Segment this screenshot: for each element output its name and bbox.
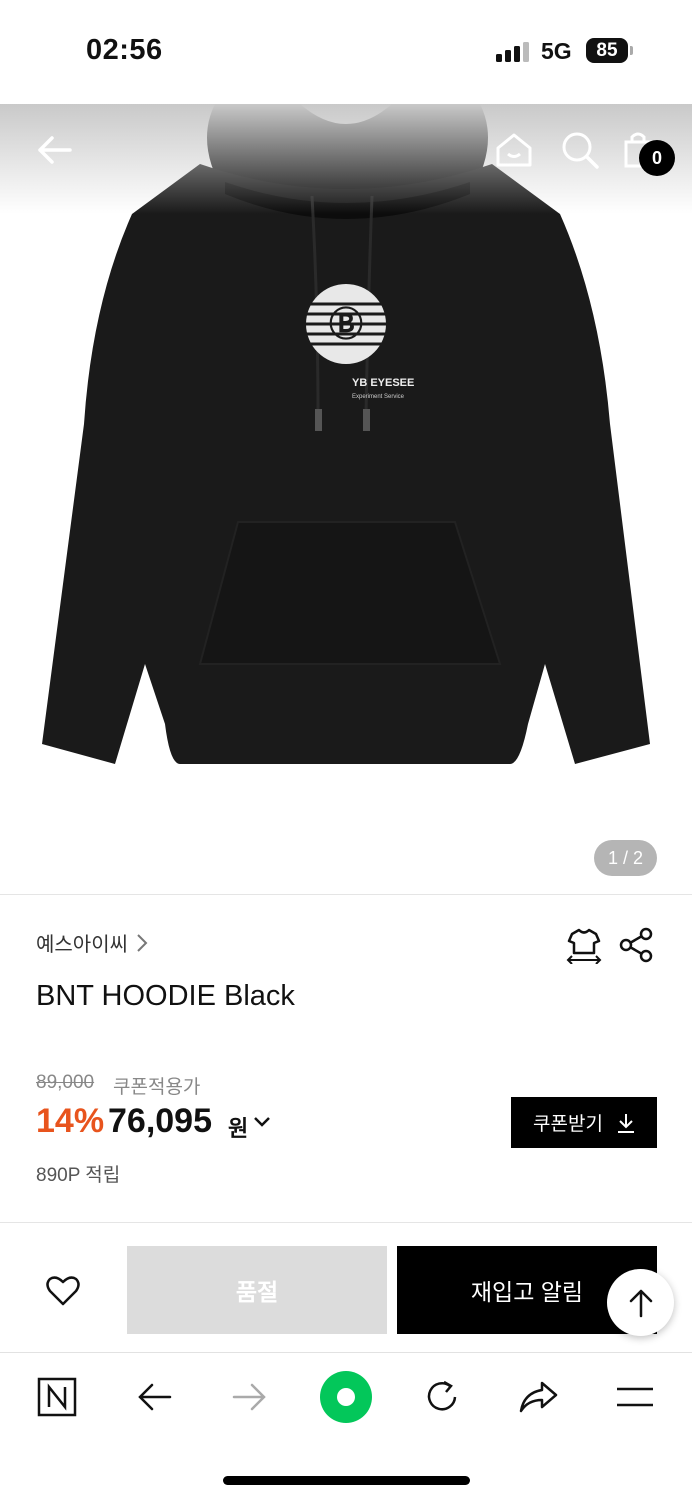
search-icon[interactable] (560, 130, 600, 170)
size-guide-icon[interactable] (565, 926, 603, 965)
back-icon[interactable] (130, 1373, 178, 1421)
coupon-button-label: 쿠폰받기 (533, 1114, 603, 1135)
coupon-price-label: 쿠폰적용가 (113, 1077, 201, 1098)
status-bar: 02:56 5G 85 (0, 0, 692, 104)
brand-link[interactable]: 예스아이씨 (36, 928, 148, 957)
green-dot-icon[interactable] (320, 1371, 372, 1423)
share-icon[interactable] (618, 926, 656, 964)
home-icon[interactable] (494, 130, 534, 170)
cart-count-badge: 0 (639, 140, 675, 176)
status-time: 02:56 (86, 34, 163, 66)
menu-icon[interactable] (611, 1373, 659, 1421)
hoodie-image: Ⓑ YB EYESEE Experiment Service (42, 104, 650, 764)
currency-label: 원 (228, 1116, 249, 1141)
brand-name: 예스아이씨 (36, 934, 128, 956)
price-detail-chevron-icon[interactable] (253, 1115, 271, 1133)
battery-icon: 85 (586, 38, 628, 63)
print-subtext: Experiment Service (352, 394, 405, 400)
heart-icon (46, 1276, 80, 1306)
signal-icon (496, 42, 530, 62)
wishlist-button[interactable] (40, 1268, 86, 1314)
reward-points: 890P 적립 (36, 1165, 121, 1186)
forward-icon[interactable] (226, 1373, 274, 1421)
battery-tip (630, 46, 633, 55)
soldout-button: 품절 (127, 1246, 387, 1334)
back-arrow-icon[interactable] (34, 130, 74, 170)
scroll-top-button[interactable] (607, 1269, 674, 1336)
share-arrow-icon[interactable] (514, 1373, 562, 1421)
product-title: BNT HOODIE Black (36, 980, 295, 1012)
coupon-download-button[interactable]: 쿠폰받기 (511, 1097, 657, 1148)
download-icon (617, 1113, 634, 1133)
image-counter: 1 / 2 (594, 840, 657, 876)
arrow-up-icon (629, 1289, 652, 1317)
refresh-icon[interactable] (418, 1373, 466, 1421)
sale-price: 76,095 (108, 1102, 212, 1140)
original-price: 89,000 (36, 1072, 95, 1093)
divider (0, 894, 692, 895)
home-indicator (223, 1476, 470, 1485)
product-image[interactable]: Ⓑ YB EYESEE Experiment Service (0, 104, 692, 894)
naver-icon[interactable] (33, 1373, 81, 1421)
network-label: 5G (541, 38, 572, 64)
svg-text:Ⓑ: Ⓑ (329, 306, 363, 344)
print-text: YB EYESEE (352, 377, 414, 389)
discount-rate: 14% (36, 1102, 105, 1140)
chevron-right-icon (137, 933, 148, 952)
divider (0, 1222, 692, 1223)
